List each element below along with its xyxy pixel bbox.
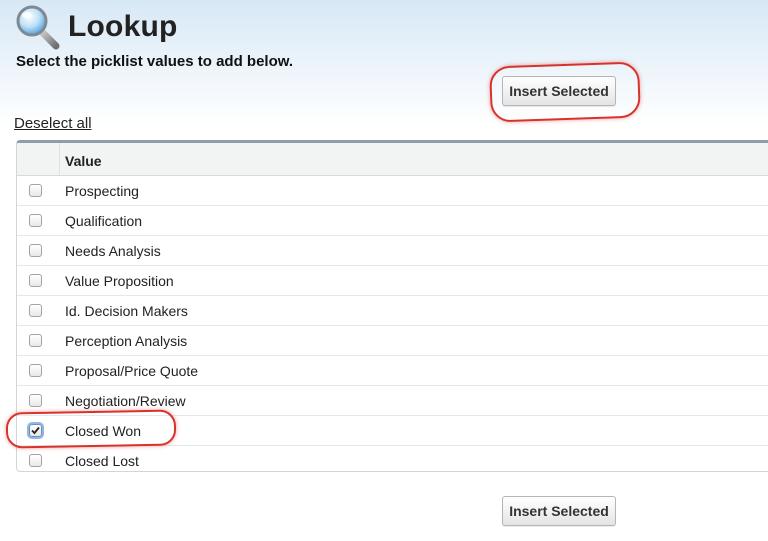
row-value: Id. Decision Makers <box>65 303 188 319</box>
table-row: Negotiation/Review <box>17 386 768 416</box>
row-checkbox[interactable] <box>29 394 42 407</box>
table-row: Qualification <box>17 206 768 236</box>
table-row: Perception Analysis <box>17 326 768 356</box>
checkmark-icon <box>31 426 40 435</box>
row-value: Negotiation/Review <box>65 393 186 409</box>
row-checkbox[interactable] <box>29 364 42 377</box>
table-row: Id. Decision Makers <box>17 296 768 326</box>
row-checkbox[interactable] <box>29 334 42 347</box>
table-row: Closed Lost <box>17 446 768 471</box>
row-value: Qualification <box>65 213 143 229</box>
row-value: Needs Analysis <box>65 243 161 259</box>
page-header: Lookup <box>14 4 178 50</box>
row-value: Value Proposition <box>65 273 174 289</box>
page-title: Lookup <box>68 10 178 43</box>
insert-selected-button-top[interactable]: Insert Selected <box>502 76 616 106</box>
table-header-row: Value <box>17 143 768 176</box>
row-checkbox[interactable] <box>29 304 42 317</box>
row-checkbox[interactable] <box>29 424 42 437</box>
table-row: Prospecting <box>17 176 768 206</box>
value-column-header: Value <box>65 153 102 169</box>
row-checkbox[interactable] <box>29 244 42 257</box>
row-checkbox[interactable] <box>29 184 42 197</box>
deselect-all-link[interactable]: Deselect all <box>14 115 92 132</box>
row-checkbox[interactable] <box>29 214 42 227</box>
row-value: Perception Analysis <box>65 333 188 349</box>
picklist-table: Value Prospecting Qualification Needs An… <box>16 140 768 472</box>
row-value: Prospecting <box>65 183 139 199</box>
row-value: Proposal/Price Quote <box>65 363 199 379</box>
table-row: Needs Analysis <box>17 236 768 266</box>
row-value: Closed Won <box>65 423 142 439</box>
insert-selected-button-bottom[interactable]: Insert Selected <box>502 496 616 526</box>
magnifier-icon <box>16 5 60 50</box>
column-divider <box>59 143 60 175</box>
instruction-text: Select the picklist values to add below. <box>16 53 294 70</box>
row-checkbox[interactable] <box>29 274 42 287</box>
table-row: Value Proposition <box>17 266 768 296</box>
row-checkbox[interactable] <box>29 454 42 467</box>
table-row: Proposal/Price Quote <box>17 356 768 386</box>
row-value: Closed Lost <box>65 453 139 469</box>
table-row: Closed Won <box>17 416 768 446</box>
